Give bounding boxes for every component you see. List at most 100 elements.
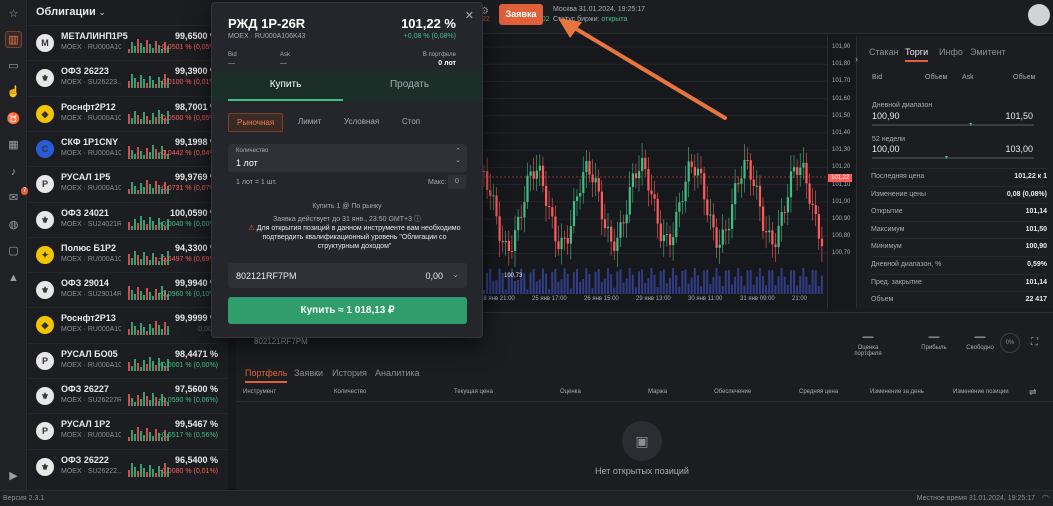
volume-bar — [706, 269, 709, 294]
star-icon[interactable]: ☆ — [5, 6, 22, 23]
instrument-price: 101,22 % — [401, 16, 456, 31]
chat-icon[interactable]: ▢ — [5, 243, 22, 260]
column-header[interactable]: Оценка — [560, 389, 581, 395]
tab-0[interactable]: Стакан — [869, 47, 899, 57]
column-header[interactable]: Изменение за день — [870, 389, 924, 395]
order-type-2[interactable]: Условная — [336, 113, 387, 130]
tab-2[interactable]: Инфо — [939, 47, 963, 57]
tab-3[interactable]: Эмитент — [970, 47, 1006, 57]
bull-icon[interactable]: ♉ — [5, 111, 22, 128]
chevron-right-icon[interactable]: › — [855, 54, 865, 64]
list-item[interactable]: Р РУСАЛ 1Р5 MOEX · RU000A10... 99,9769 %… — [28, 166, 228, 201]
buy-submit-button[interactable]: Купить ≈ 1 018,13 ₽ — [228, 297, 467, 324]
chevron-down-icon[interactable]: ⌄ — [99, 8, 106, 17]
list-item[interactable]: ⚜ ОФЗ 24021 MOEX · SU24021R... 100,0590 … — [28, 201, 228, 237]
order-type-3[interactable]: Стоп — [394, 113, 428, 130]
portfolio-tab-1[interactable]: Заявки — [294, 368, 323, 378]
volume-bar — [647, 278, 650, 294]
globe-icon[interactable]: ◍ — [5, 217, 22, 234]
candle — [545, 185, 548, 206]
candle — [783, 212, 786, 214]
max-value[interactable]: 0 — [448, 175, 466, 189]
candle — [554, 216, 557, 242]
list-item[interactable]: ◆ Роснфт2Р12 MOEX · RU000A10... 98,7001 … — [28, 95, 228, 131]
candle — [644, 157, 647, 170]
list-item[interactable]: ⚜ ОФЗ 26227 MOEX · SU26227R... 97,5600 %… — [28, 378, 228, 413]
ticker-name: ОФЗ 26222 — [61, 454, 109, 465]
list-item[interactable]: ◆ Роснфт2Р13 MOEX · RU000A10... 99,9999 … — [28, 307, 228, 342]
account-balance: 0,00 — [425, 271, 443, 281]
avatar[interactable] — [1028, 4, 1050, 26]
quantity-field[interactable]: Количество 1 лот ⌃ ⌄ — [228, 144, 467, 172]
tab-buy[interactable]: Купить — [228, 71, 343, 101]
column-header[interactable]: Средняя цена — [799, 389, 838, 395]
account-select[interactable]: 802121RF7PM — [254, 337, 308, 346]
candle — [638, 170, 641, 179]
volume-label: Объем — [925, 74, 948, 81]
ticker-name: ОФЗ 26227 — [61, 384, 109, 394]
metric: — Оценка портфеля — [854, 331, 882, 357]
columns-settings-icon[interactable]: ⇌ — [1029, 387, 1037, 398]
quantity-input[interactable]: 1 лот — [236, 158, 258, 168]
close-icon[interactable]: ✕ — [465, 9, 474, 22]
volume-bar — [628, 268, 631, 294]
volume-bar — [483, 290, 485, 294]
portfolio-tab-3[interactable]: Аналитика — [375, 368, 420, 378]
y-tick: 101,00 — [832, 198, 851, 205]
column-header[interactable]: Маржа — [648, 389, 667, 395]
quantity-stepper[interactable]: ⌃ ⌄ — [455, 147, 461, 165]
issuer-logo: М — [36, 34, 54, 52]
column-header[interactable]: Текущая цена — [454, 389, 493, 395]
x-tick: 26 янв 15:00 — [584, 296, 619, 302]
chart-icon[interactable]: ▥ — [5, 31, 22, 48]
candle — [712, 214, 715, 228]
bell-icon[interactable]: ♪ — [5, 164, 22, 181]
order-button[interactable]: Заявка — [499, 4, 543, 25]
account-select[interactable]: 802121RF7PM 0,00 ⌄ — [228, 263, 467, 288]
expand-icon[interactable]: ⛶ — [1031, 337, 1038, 348]
thumbs-up-icon[interactable]: ☝ — [5, 84, 22, 101]
briefcase-icon[interactable]: ▭ — [5, 58, 22, 75]
list-item[interactable]: С СКФ 1Р1CNY MOEX · RU000A10... 99,1998 … — [28, 130, 228, 166]
x-tick: 25 янв 17:00 — [532, 296, 567, 302]
volume-bar — [693, 268, 696, 294]
candle — [563, 237, 566, 239]
list-item[interactable]: ⚜ ОФЗ 26223 MOEX · SU26223... 99,3900 % … — [28, 60, 228, 95]
candle — [752, 179, 755, 187]
volume-label-2: Объем — [1013, 74, 1036, 81]
column-header[interactable]: Количество — [334, 389, 366, 395]
column-header[interactable]: Инструмент — [243, 389, 276, 395]
list-item[interactable]: Р РУСАЛ 1Р2 MOEX · RU000A10... 99,5467 %… — [28, 413, 228, 448]
order-type-0[interactable]: Рыночная — [228, 113, 284, 132]
mail-icon[interactable]: ✉ 7 — [5, 187, 29, 207]
candle — [486, 171, 489, 190]
briefcase-icon: ▣ — [622, 421, 662, 461]
order-type-1[interactable]: Лимит — [290, 113, 329, 130]
list-item[interactable]: М МЕТАЛИНП1Р5 MOEX · RU000A10... 99,6500… — [28, 25, 228, 60]
list-item[interactable]: ✦ Полюс Б1Р2 MOEX · RU000A10... 94,3300 … — [28, 236, 228, 272]
issuer-logo: ⚜ — [36, 281, 54, 300]
candle — [634, 173, 638, 179]
video-icon[interactable]: ▶ — [5, 468, 22, 485]
column-header[interactable]: Обеспечение — [714, 389, 751, 395]
issuer-logo: ✦ — [36, 245, 54, 264]
chevron-down-icon[interactable]: ⌄ — [452, 270, 459, 279]
candle — [600, 191, 603, 220]
stat-row: Последняя цена 101,22 к 1 — [871, 168, 1047, 185]
column-header[interactable]: Изменение позиции — [953, 389, 1009, 395]
calendar-list-icon[interactable]: ▦ — [5, 137, 22, 154]
list-item[interactable]: Р РУСАЛ БО05 MOEX · RU000A10... 98,4471 … — [28, 342, 228, 378]
stat-row: Открытие 101,14 — [871, 203, 1047, 220]
list-item[interactable]: ⚜ ОФЗ 29014 MOEX · SU29014R... 99,9940 %… — [28, 272, 228, 307]
portfolio-tab-2[interactable]: История — [332, 368, 367, 378]
list-item[interactable]: ⚜ ОФЗ 26222 MOEX · SU26222... 96,5400 % … — [28, 448, 228, 484]
candle — [495, 195, 498, 217]
watchlist-title[interactable]: Облигации ⌄ — [36, 6, 106, 18]
portfolio-tab-0[interactable]: Портфель — [245, 368, 288, 383]
info-icon[interactable]: ⓘ — [414, 216, 421, 223]
graduation-icon[interactable]: ▲ — [5, 270, 22, 287]
tab-sell[interactable]: Продать — [352, 71, 467, 101]
candle — [811, 203, 814, 206]
tab-1[interactable]: Торги — [905, 47, 929, 62]
volume-bar — [585, 268, 588, 294]
